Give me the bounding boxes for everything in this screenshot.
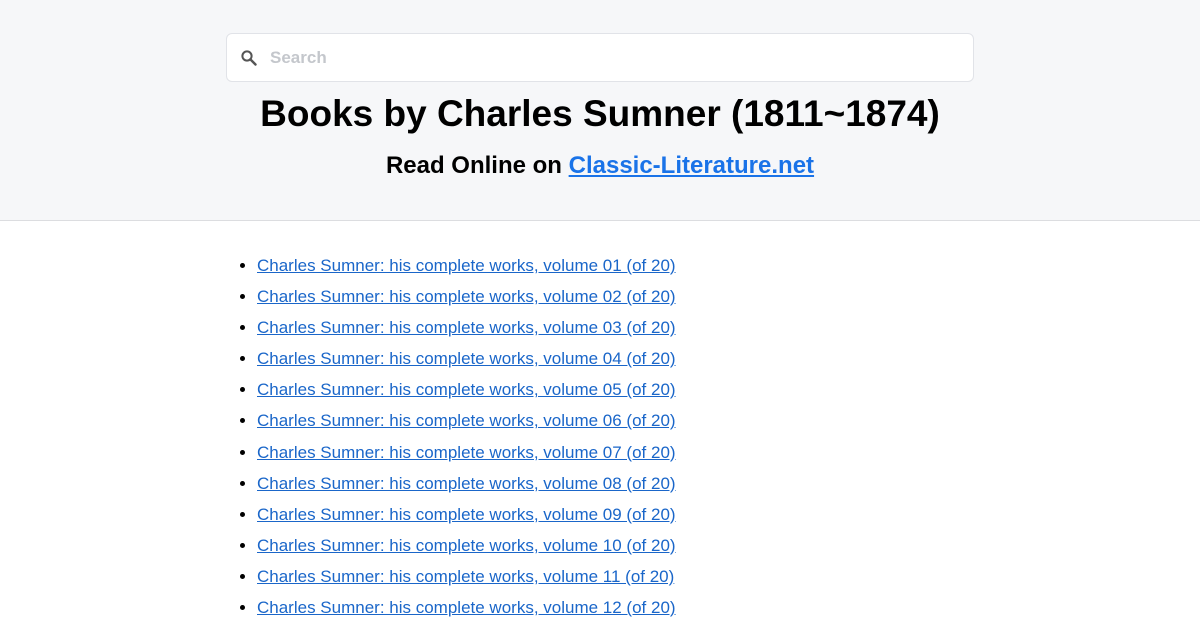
book-link[interactable]: Charles Sumner: his complete works, volu…	[257, 505, 676, 524]
book-link[interactable]: Charles Sumner: his complete works, volu…	[257, 318, 676, 337]
book-link[interactable]: Charles Sumner: his complete works, volu…	[257, 411, 676, 430]
list-item: Charles Sumner: his complete works, volu…	[257, 470, 676, 501]
list-item: Charles Sumner: his complete works, volu…	[257, 345, 676, 376]
book-link[interactable]: Charles Sumner: his complete works, volu…	[257, 380, 676, 399]
list-item: Charles Sumner: his complete works, volu…	[257, 314, 676, 345]
list-item: Charles Sumner: his complete works, volu…	[257, 439, 676, 470]
search-input[interactable]	[270, 34, 960, 81]
list-item: Charles Sumner: his complete works, volu…	[257, 532, 676, 563]
list-item: Charles Sumner: his complete works, volu…	[257, 407, 676, 438]
page-title: Books by Charles Sumner (1811~1874)	[260, 93, 940, 134]
book-link[interactable]: Charles Sumner: his complete works, volu…	[257, 598, 676, 617]
search-icon	[240, 49, 258, 67]
list-item: Charles Sumner: his complete works, volu…	[257, 594, 676, 625]
book-link[interactable]: Charles Sumner: his complete works, volu…	[257, 443, 676, 462]
search-bar[interactable]	[226, 33, 974, 82]
list-item: Charles Sumner: his complete works, volu…	[257, 563, 676, 594]
list-item: Charles Sumner: his complete works, volu…	[257, 283, 676, 314]
subtitle: Read Online on Classic-Literature.net	[0, 150, 1200, 182]
list-item: Charles Sumner: his complete works, volu…	[257, 252, 676, 283]
book-link[interactable]: Charles Sumner: his complete works, volu…	[257, 287, 676, 306]
book-link[interactable]: Charles Sumner: his complete works, volu…	[257, 349, 676, 368]
book-link[interactable]: Charles Sumner: his complete works, volu…	[257, 536, 676, 555]
site-link[interactable]: Classic-Literature.net	[569, 152, 814, 179]
list-item: Charles Sumner: his complete works, volu…	[257, 376, 676, 407]
page-header: Books by Charles Sumner (1811~1874) Read…	[0, 0, 1200, 221]
book-link[interactable]: Charles Sumner: his complete works, volu…	[257, 256, 676, 275]
book-link[interactable]: Charles Sumner: his complete works, volu…	[257, 567, 674, 586]
book-link[interactable]: Charles Sumner: his complete works, volu…	[257, 474, 676, 493]
subtitle-prefix: Read Online on	[385, 152, 569, 179]
book-list: Charles Sumner: his complete works, volu…	[257, 252, 676, 625]
list-item: Charles Sumner: his complete works, volu…	[257, 501, 676, 532]
